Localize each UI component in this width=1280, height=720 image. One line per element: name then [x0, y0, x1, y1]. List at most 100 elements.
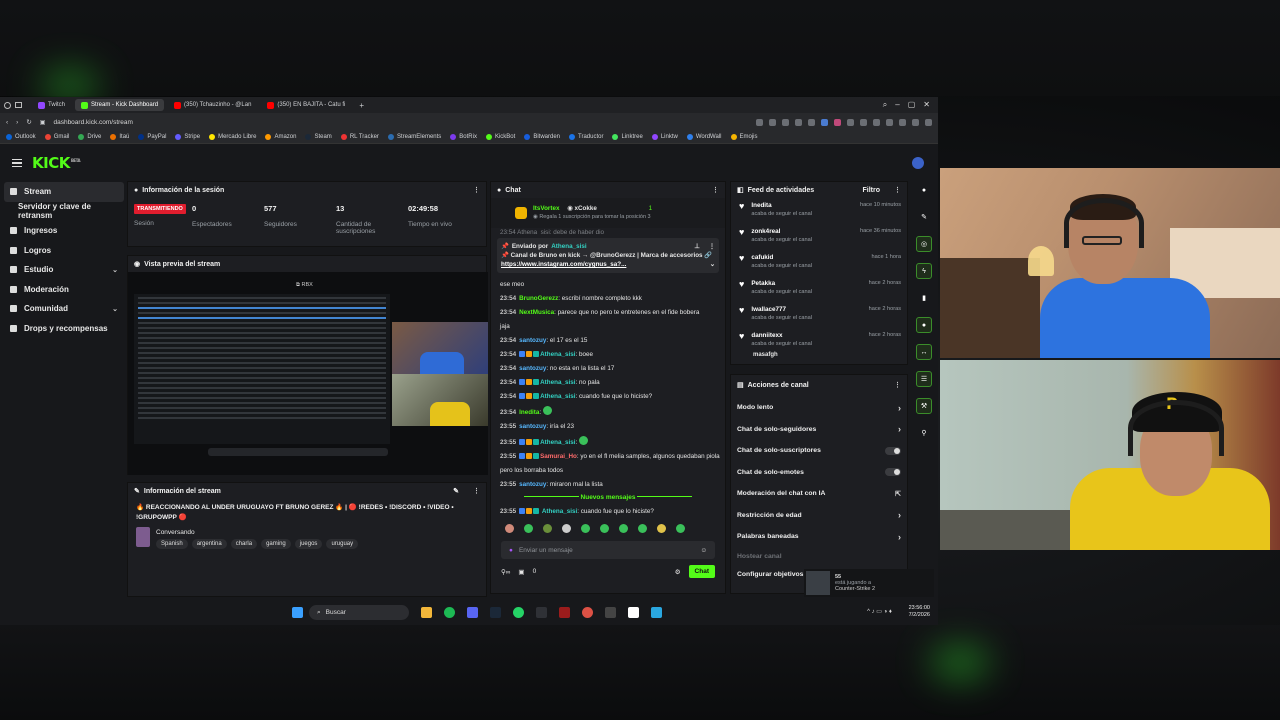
emote-icon[interactable]: [581, 524, 590, 533]
lightning-icon[interactable]: ϟ: [916, 263, 932, 279]
message-username[interactable]: BrunoGerezz: [519, 295, 558, 302]
bookmark-item[interactable]: Bitwarden: [524, 134, 560, 140]
back-icon[interactable]: ‹: [6, 119, 8, 126]
more-options-icon[interactable]: ⋮: [894, 381, 901, 389]
layers-icon[interactable]: ☰: [916, 371, 932, 387]
emote-icon[interactable]: [600, 524, 609, 533]
steam-icon[interactable]: [490, 607, 501, 618]
more-options-icon[interactable]: ⋮: [473, 186, 480, 194]
pinned-link[interactable]: https://www.instagram.com/cygnus_sa?...: [501, 261, 626, 268]
extension-icon[interactable]: [873, 118, 880, 126]
emote-icon[interactable]: [562, 524, 571, 533]
points-icon[interactable]: ▣: [518, 568, 524, 576]
gift-user[interactable]: ItsVortex: [533, 205, 559, 212]
extension-icon[interactable]: [899, 118, 906, 126]
bookmark-item[interactable]: Outlook: [6, 134, 36, 140]
plug-icon[interactable]: ⚲: [916, 425, 932, 441]
more-options-icon[interactable]: ⋮: [894, 186, 901, 194]
extension-icon[interactable]: [925, 118, 932, 126]
message-username[interactable]: Inedita: [519, 409, 539, 416]
message-username[interactable]: Athena_sisi: [540, 439, 575, 446]
extension-icon[interactable]: [756, 118, 763, 126]
more-options-icon[interactable]: ⋮: [473, 487, 480, 495]
stream-tag[interactable]: gaming: [261, 539, 291, 549]
expand-icon[interactable]: ⌄: [710, 260, 715, 269]
close-icon[interactable]: ✕: [923, 100, 930, 110]
sidebar-item-comunidad[interactable]: Comunidad ⌄: [4, 299, 124, 319]
toggle-switch[interactable]: [885, 468, 901, 477]
maximize-icon[interactable]: ▢: [908, 100, 916, 110]
obs-icon[interactable]: [536, 607, 547, 618]
message-username[interactable]: santozuy: [519, 337, 546, 344]
forward-icon[interactable]: ›: [16, 119, 18, 126]
browser-tab[interactable]: (350) Tchauzinho - @Lan: [168, 99, 257, 111]
external-link-icon[interactable]: ⇱: [895, 490, 901, 498]
message-username[interactable]: santozuy: [519, 423, 546, 430]
stream-tag[interactable]: argentina: [191, 539, 227, 549]
emote-icon[interactable]: [657, 524, 666, 533]
bookmark-item[interactable]: Itaú: [110, 134, 129, 140]
chat-bubble-icon[interactable]: ●: [916, 317, 932, 333]
sidebar-item-logros[interactable]: Logros: [4, 241, 124, 261]
activity-item[interactable]: ♥ cafukid acaba de seguir el canal hace 1 h…: [731, 250, 907, 276]
browser-tab[interactable]: Stream - Kick Dashboard: [75, 99, 165, 111]
emote-icon[interactable]: [524, 524, 533, 533]
tab-search-icon[interactable]: [15, 102, 22, 108]
taskbar-search[interactable]: ⌕ Buscar: [309, 605, 409, 620]
edit-icon[interactable]: ✎: [453, 487, 459, 495]
message-username[interactable]: Samurai_Ho: [540, 453, 577, 460]
extension-icon[interactable]: [886, 118, 893, 126]
bookmark-item[interactable]: Emojis: [730, 134, 758, 140]
chevron-right-icon[interactable]: ›: [898, 424, 901, 434]
chevron-right-icon[interactable]: ›: [898, 510, 901, 520]
app-icon[interactable]: [559, 607, 570, 618]
sidebar-item-estudio[interactable]: Estudio ⌄: [4, 260, 124, 280]
emote-icon[interactable]: [619, 524, 628, 533]
more-options-icon[interactable]: ⋮: [709, 242, 715, 251]
hamburger-menu-icon[interactable]: [12, 159, 22, 167]
target-icon[interactable]: ◎: [916, 236, 932, 252]
app-icon[interactable]: [628, 607, 639, 618]
message-username[interactable]: Athena_sisi: [540, 393, 575, 400]
emote-icon[interactable]: [638, 524, 647, 533]
split-icon[interactable]: ↔: [916, 344, 932, 360]
toggle-switch[interactable]: [885, 446, 901, 455]
mic-icon[interactable]: ●: [509, 547, 513, 554]
chevron-right-icon[interactable]: ›: [898, 403, 901, 413]
channel-action-row[interactable]: Chat de solo-suscriptores: [731, 440, 907, 462]
bookmark-item[interactable]: KickBot: [485, 134, 515, 140]
extension-icon[interactable]: [847, 118, 854, 126]
settings-icon[interactable]: ⚙: [675, 568, 681, 576]
message-username[interactable]: santozuy: [519, 481, 546, 488]
file-explorer-icon[interactable]: [421, 607, 432, 618]
pin-icon[interactable]: ⊥: [694, 242, 700, 251]
app-icon[interactable]: [651, 607, 662, 618]
kick-logo[interactable]: KICKBETA: [32, 154, 81, 172]
extension-icon[interactable]: [795, 118, 802, 126]
message-username[interactable]: Athena_sisi: [540, 351, 575, 358]
channel-action-row[interactable]: Restricción de edad ›: [731, 505, 907, 527]
bookmark-item[interactable]: Amazon: [265, 134, 296, 140]
trash-icon[interactable]: ▮: [916, 290, 932, 306]
chrome-icon[interactable]: [582, 607, 593, 618]
extension-icon[interactable]: [769, 118, 776, 126]
connections-icon[interactable]: ⚲∞: [501, 568, 510, 576]
channel-action-row[interactable]: Modo lento ›: [731, 397, 907, 419]
extension-icon[interactable]: [912, 118, 919, 126]
extension-icon[interactable]: [808, 118, 815, 126]
filter-button[interactable]: Filtro: [863, 187, 881, 194]
browser-tab[interactable]: Twitch: [32, 99, 71, 111]
spotify-icon[interactable]: [444, 607, 455, 618]
stream-tag[interactable]: uruguay: [326, 539, 359, 549]
extension-icon[interactable]: [782, 118, 789, 126]
extension-icon[interactable]: [821, 118, 828, 126]
gift-user2[interactable]: xCokke: [574, 205, 596, 212]
channel-action-row[interactable]: Chat de solo-emotes: [731, 462, 907, 484]
reload-icon[interactable]: ↻: [26, 118, 31, 126]
new-tab-button[interactable]: +: [359, 101, 364, 110]
emote-icon[interactable]: [505, 524, 514, 533]
channel-action-row[interactable]: Chat de solo-seguidores ›: [731, 419, 907, 441]
message-username[interactable]: NextMusica: [519, 309, 554, 316]
sidebar-item-servidor[interactable]: Servidor y clave de retransm: [4, 202, 124, 222]
tray-icons[interactable]: ^ ♪ ▭ ◑ ♦: [867, 608, 892, 615]
